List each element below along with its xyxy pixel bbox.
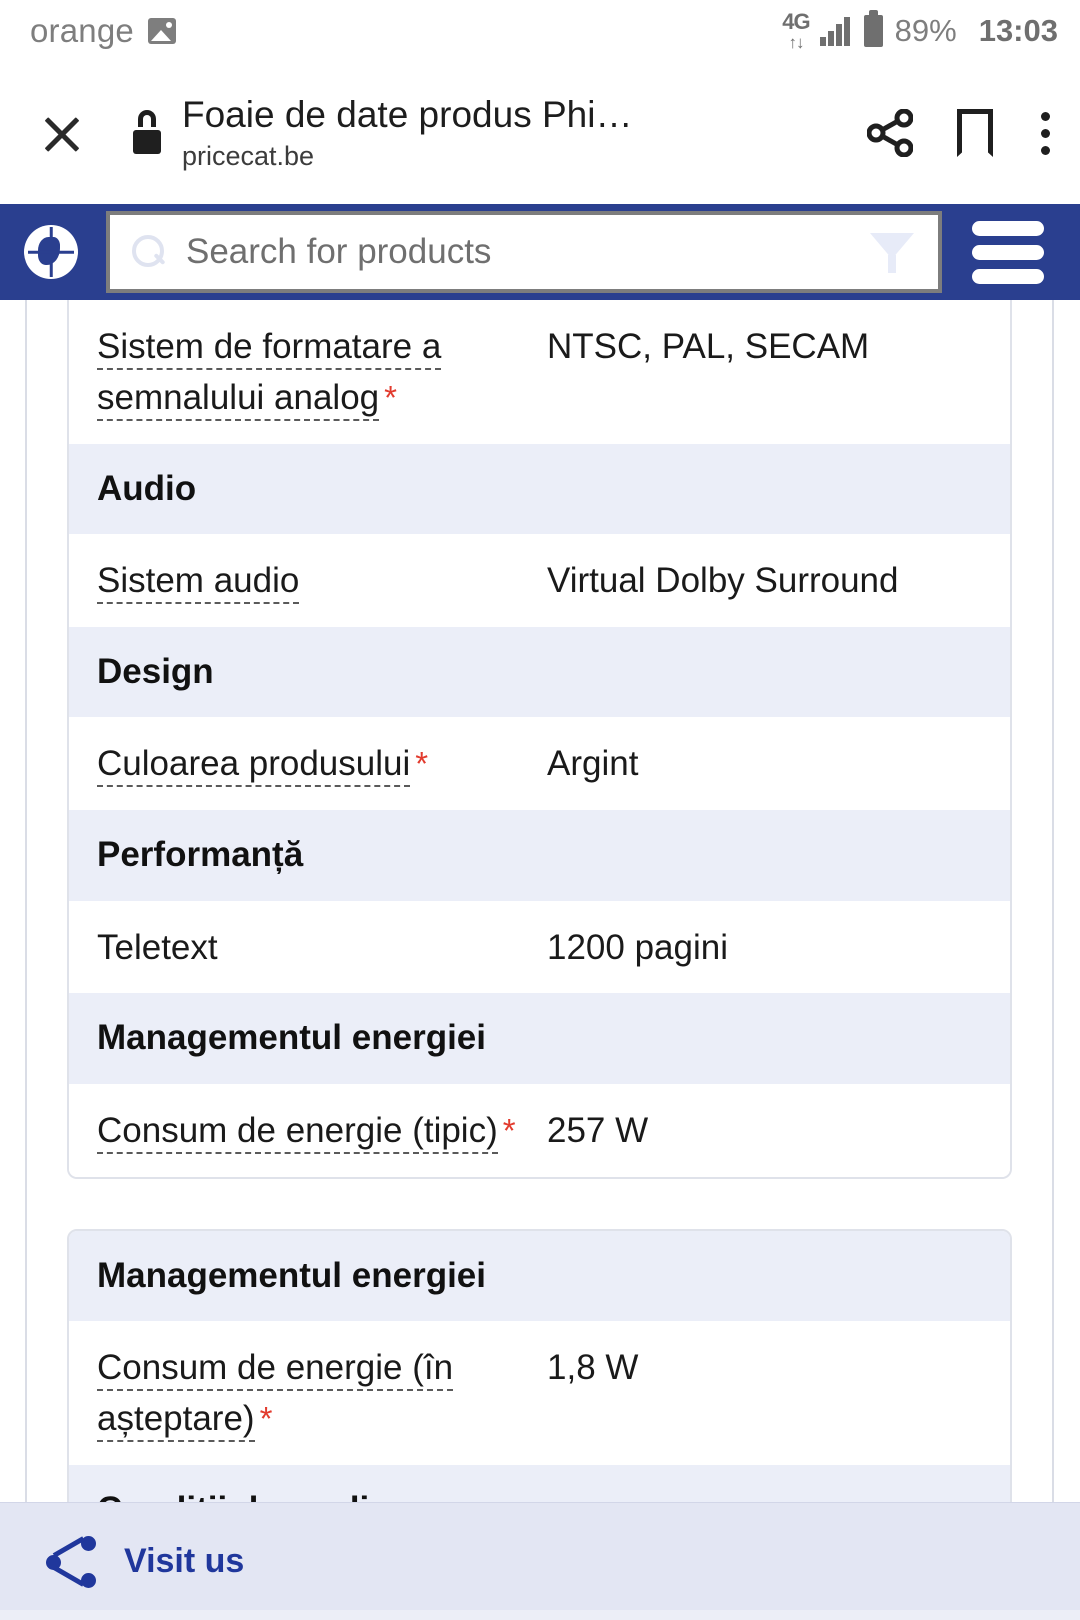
share-icon[interactable] <box>867 109 913 157</box>
page-title: Foaie de date produs Phi… <box>182 93 633 135</box>
required-asterisk-icon: * <box>502 1111 516 1149</box>
spec-row: Culoarea produsului * Argint <box>69 717 1010 810</box>
share-icon <box>46 1535 98 1588</box>
data-transfer-arrows-icon: ↑↓ <box>788 33 804 52</box>
spec-section-header: Performanță <box>69 810 1010 901</box>
filter-funnel-icon[interactable] <box>870 227 914 277</box>
spec-label: Consum de energie (tipic) * <box>69 1106 547 1157</box>
spec-label-term: Teletext <box>97 927 218 967</box>
required-asterisk-icon: * <box>259 1399 273 1437</box>
spec-value: 257 W <box>547 1110 649 1150</box>
spec-section-header: Managementul energiei <box>69 1230 1010 1321</box>
carrier-label: orange <box>30 12 134 49</box>
required-asterisk-icon: * <box>384 378 397 416</box>
search-bar[interactable] <box>106 211 942 293</box>
photo-icon <box>147 18 176 44</box>
android-status-bar: orange 4G ↑↓ 89% 13:03 <box>0 0 1080 62</box>
spec-row: Teletext 1200 pagini <box>69 900 1010 994</box>
spec-row: Sistem de formatare a semnalului analog *… <box>69 300 1010 444</box>
visit-us-bar[interactable]: Visit us <box>0 1502 1080 1620</box>
status-bar-left: orange <box>30 12 176 50</box>
lock-icon <box>132 110 162 156</box>
spec-value: 1,8 W <box>547 1348 639 1387</box>
spec-section-header: Audio <box>69 443 1010 534</box>
spec-label-term[interactable]: Sistem audio <box>97 561 300 604</box>
visit-us-label: Visit us <box>124 1542 245 1580</box>
close-icon[interactable] <box>34 105 90 161</box>
spec-row: Consum de energie (tipic) * 257 W <box>69 1083 1010 1177</box>
globe-icon[interactable] <box>24 225 78 279</box>
spec-label: Sistem audio <box>69 556 547 607</box>
spec-value: NTSC, PAL, SECAM <box>547 327 870 366</box>
spec-label-term[interactable]: Consum de energie (tipic) <box>97 1110 498 1154</box>
network-type-label: 4G <box>782 9 810 34</box>
search-input[interactable] <box>186 232 870 272</box>
spec-row: Consum de energie (în așteptare) * 1,8 W <box>69 1321 1010 1465</box>
spec-label-term[interactable]: Consum de energie (în așteptare) <box>97 1348 454 1442</box>
browser-actions <box>867 108 1054 159</box>
status-bar-right: 4G ↑↓ 89% 13:03 <box>782 9 1058 52</box>
spec-section-header: Design <box>69 626 1010 718</box>
browser-toolbar: Foaie de date produs Phi… pricecat.be <box>0 62 1080 204</box>
spec-label: Teletext <box>69 923 547 974</box>
spec-label: Consum de energie (în așteptare) * <box>69 1343 547 1445</box>
network-type-indicator: 4G ↑↓ <box>782 9 810 52</box>
signal-strength-icon <box>819 16 850 46</box>
spec-label: Sistem de formatare a semnalului analog * <box>69 322 547 424</box>
search-icon <box>132 235 166 269</box>
battery-icon <box>863 10 883 47</box>
more-vertical-icon[interactable] <box>1037 108 1054 159</box>
spec-value: Argint <box>547 744 639 784</box>
phone-screen: orange 4G ↑↓ 89% 13:03 Foaie de date pro… <box>0 0 1080 1620</box>
spec-label: Culoarea produsului * <box>69 739 547 790</box>
page-content: Sistem de formatare a semnalului analog *… <box>0 300 1080 1620</box>
battery-percent-label: 89% <box>894 13 957 48</box>
spec-column: Sistem de formatare a semnalului analog *… <box>67 300 1012 1620</box>
spec-row: Sistem audio Virtual Dolby Surround <box>69 534 1010 627</box>
address-block[interactable]: Foaie de date produs Phi… pricecat.be <box>182 94 841 172</box>
spec-value: 1200 pagini <box>547 927 728 967</box>
spec-value: Virtual Dolby Surround <box>547 561 899 600</box>
bottom-strip <box>0 1610 1080 1620</box>
required-asterisk-icon: * <box>415 745 429 783</box>
hamburger-menu-icon[interactable] <box>972 220 1044 284</box>
clock-label: 13:03 <box>978 13 1058 48</box>
spec-card-one: Sistem de formatare a semnalului analog *… <box>67 300 1012 1179</box>
bookmark-icon[interactable] <box>957 109 993 157</box>
page-url: pricecat.be <box>182 141 315 172</box>
site-navbar <box>0 204 1080 300</box>
spec-label-term[interactable]: Culoarea produsului <box>97 744 411 788</box>
spec-section-header: Managementul energiei <box>69 993 1010 1084</box>
